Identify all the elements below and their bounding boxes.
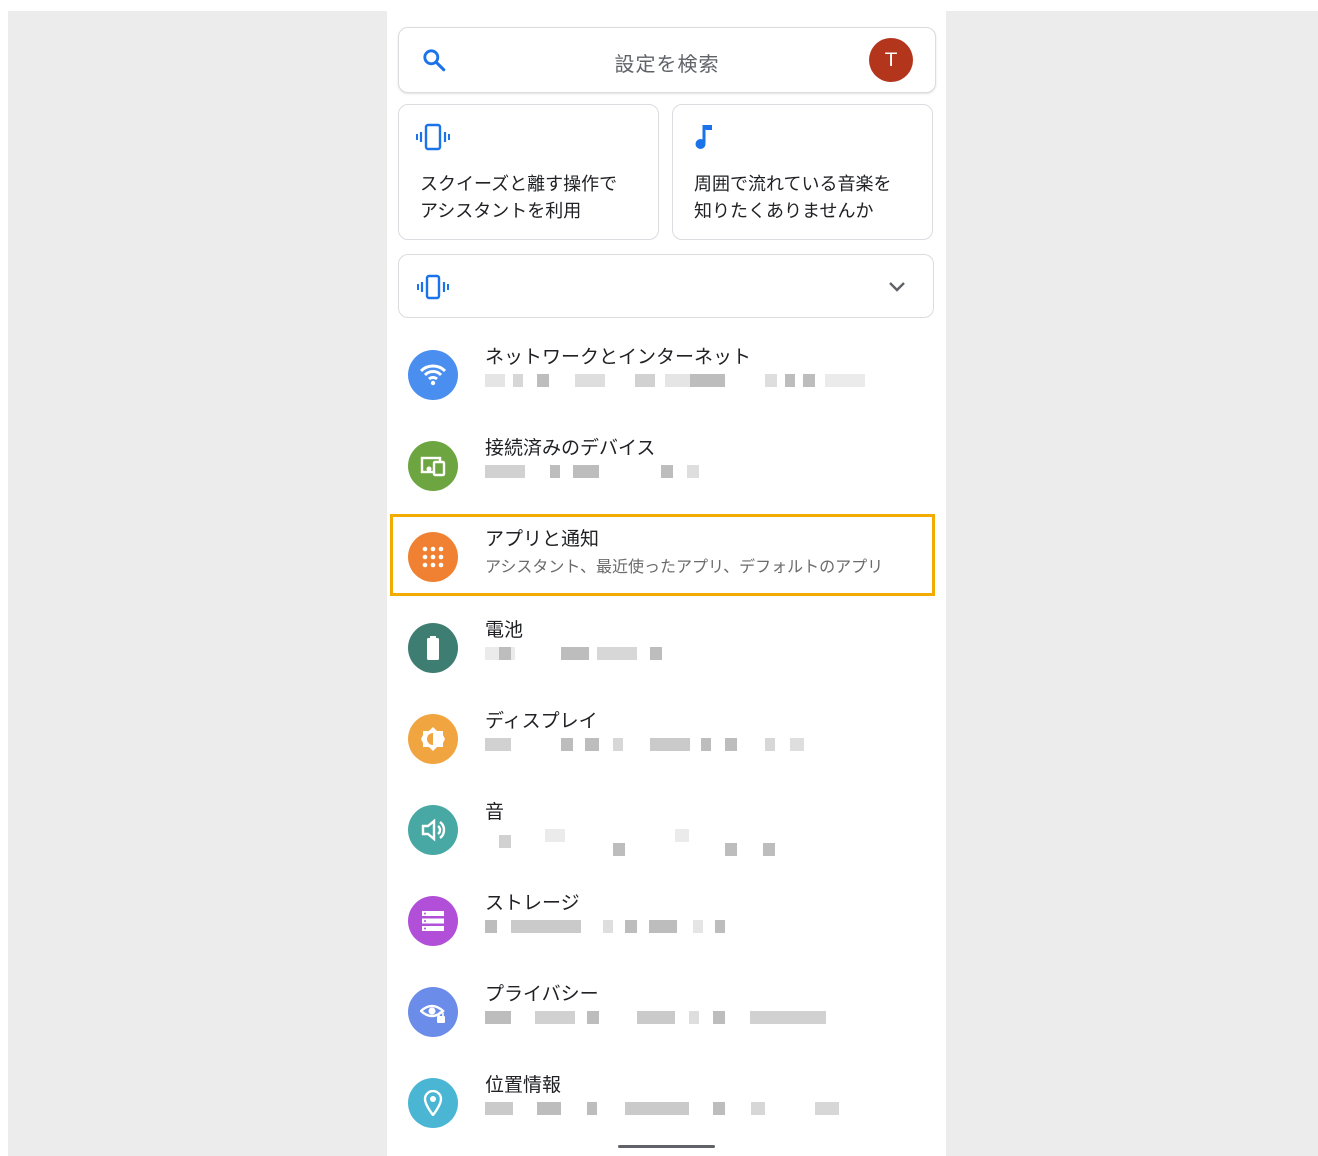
vibration-icon bbox=[417, 274, 449, 300]
settings-item-title: アプリと通知 bbox=[485, 528, 600, 550]
redacted-subtitle bbox=[485, 465, 865, 479]
collapsed-suggestion-card[interactable] bbox=[398, 254, 934, 318]
settings-item-privacy[interactable]: プライバシー bbox=[387, 977, 946, 1057]
vibration-icon bbox=[416, 123, 450, 151]
settings-item-title: ディスプレイ bbox=[485, 710, 598, 732]
volume-icon bbox=[408, 805, 458, 855]
home-indicator[interactable] bbox=[618, 1145, 715, 1148]
right-background bbox=[946, 11, 1318, 1156]
settings-item-connected-devices[interactable]: 接続済みのデバイス bbox=[387, 431, 946, 511]
chevron-down-icon[interactable] bbox=[887, 279, 907, 293]
brightness-icon bbox=[408, 714, 458, 764]
settings-item-title: 電池 bbox=[485, 619, 524, 641]
devices-icon bbox=[408, 441, 458, 491]
wifi-icon bbox=[408, 350, 458, 400]
redacted-subtitle bbox=[485, 738, 865, 752]
settings-item-location[interactable]: 位置情報 bbox=[387, 1068, 946, 1148]
settings-item-network[interactable]: ネットワークとインターネット bbox=[387, 340, 946, 420]
settings-item-title: 音 bbox=[485, 801, 505, 823]
settings-item-title: ストレージ bbox=[485, 892, 580, 914]
apps-grid-icon bbox=[408, 532, 458, 582]
settings-item-storage[interactable]: ストレージ bbox=[387, 886, 946, 966]
redacted-subtitle bbox=[485, 374, 865, 388]
search-placeholder: 設定を検索 bbox=[614, 52, 720, 76]
redacted-subtitle bbox=[485, 647, 865, 661]
settings-item-apps-notifications[interactable]: アプリと通知 アシスタント、最近使ったアプリ、デフォルトのアプリ bbox=[387, 522, 946, 602]
settings-item-title: 接続済みのデバイス bbox=[485, 437, 656, 459]
privacy-icon bbox=[408, 987, 458, 1037]
settings-screen: 設定を検索 T スクイーズと離す操作で アシスタントを利用 周囲で流れている音楽… bbox=[387, 0, 946, 1156]
storage-icon bbox=[408, 896, 458, 946]
suggestion-text: スクイーズと離す操作で アシスタントを利用 bbox=[420, 174, 618, 222]
suggestion-text: 周囲で流れている音楽を 知りたくありませんか bbox=[694, 174, 892, 222]
left-background bbox=[8, 11, 387, 1156]
suggestion-card-squeeze[interactable]: スクイーズと離す操作で アシスタントを利用 bbox=[398, 104, 659, 240]
redacted-subtitle bbox=[485, 1011, 865, 1025]
redacted-subtitle bbox=[485, 1102, 865, 1116]
account-avatar[interactable]: T bbox=[869, 38, 913, 82]
settings-item-title: プライバシー bbox=[485, 983, 599, 1005]
search-bar[interactable]: 設定を検索 T bbox=[398, 27, 936, 93]
settings-item-display[interactable]: ディスプレイ bbox=[387, 704, 946, 784]
suggestion-card-now-playing[interactable]: 周囲で流れている音楽を 知りたくありませんか bbox=[672, 104, 933, 240]
settings-item-sound[interactable]: 音 bbox=[387, 795, 946, 875]
settings-item-battery[interactable]: 電池 bbox=[387, 613, 946, 693]
settings-item-title: ネットワークとインターネット bbox=[485, 346, 752, 368]
redacted-subtitle bbox=[485, 920, 865, 934]
settings-item-title: 位置情報 bbox=[485, 1074, 562, 1096]
location-icon bbox=[408, 1078, 458, 1128]
settings-item-subtitle: アシスタント、最近使ったアプリ、デフォルトのアプリ bbox=[485, 557, 884, 576]
music-note-icon bbox=[695, 125, 712, 149]
battery-icon bbox=[408, 623, 458, 673]
redacted-subtitle bbox=[485, 829, 865, 856]
